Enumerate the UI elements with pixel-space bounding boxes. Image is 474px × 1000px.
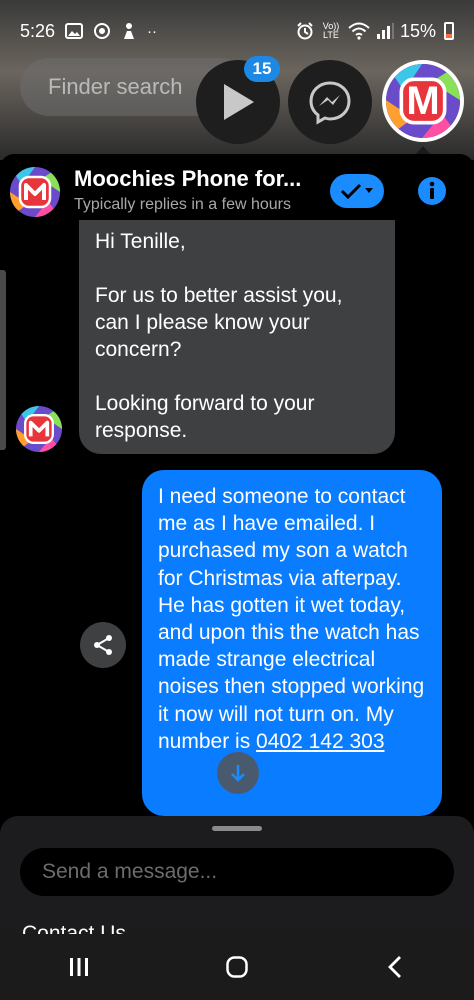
activity-icon: [121, 22, 137, 40]
incoming-message-bubble[interactable]: Hi Tenille, For us to better assist you,…: [79, 220, 395, 454]
battery-icon: [444, 22, 454, 40]
share-button[interactable]: [80, 622, 126, 668]
phone-number-link[interactable]: 0402 142 303: [256, 730, 384, 753]
sender-avatar[interactable]: [16, 406, 62, 452]
page-avatar[interactable]: [10, 167, 60, 217]
composer-sheet: Contact Us: [0, 816, 474, 946]
messenger-chat-head[interactable]: [288, 60, 372, 144]
moochies-avatar-icon: [16, 406, 62, 452]
info-icon: [418, 177, 446, 205]
share-icon: [94, 635, 112, 655]
edge-panel-handle[interactable]: [0, 270, 6, 450]
checkmark-icon: [340, 183, 362, 199]
sheet-drag-handle[interactable]: [212, 826, 262, 831]
moochies-avatar-icon: [10, 167, 60, 217]
recent-apps-icon: [70, 958, 88, 976]
back-button[interactable]: [365, 947, 425, 987]
message-input[interactable]: [20, 848, 454, 896]
incoming-message-line: For us to better assist you, can I pleas…: [95, 284, 343, 361]
incoming-message-line: Hi Tenille,: [95, 230, 186, 253]
wifi-icon: [348, 22, 370, 40]
info-button[interactable]: [417, 176, 447, 206]
gallery-icon: [65, 23, 84, 39]
scroll-to-bottom-button[interactable]: [217, 752, 259, 794]
status-bar: 5:26 ·· Vo)) LTE 15%: [0, 0, 474, 62]
home-icon: [226, 956, 248, 978]
status-time: 5:26: [20, 20, 56, 41]
response-time: Typically replies in a few hours: [74, 196, 291, 213]
signal-icon: [376, 23, 394, 39]
page-title: Moochies Phone for...: [74, 166, 302, 191]
mark-done-button[interactable]: [330, 174, 384, 208]
outgoing-message-text: I need someone to contact me as I have e…: [158, 485, 425, 753]
system-nav-bar: [0, 934, 474, 1000]
home-button[interactable]: [207, 947, 267, 987]
outgoing-message-bubble[interactable]: I need someone to contact me as I have e…: [142, 470, 442, 816]
incoming-message-line: Looking forward to your response.: [95, 392, 315, 442]
more-notifications-icon: ··: [147, 22, 158, 40]
volte-icon: Vo)) LTE: [322, 21, 340, 40]
chevron-down-icon: [365, 188, 373, 193]
messenger-icon: [309, 81, 351, 125]
recent-apps-button[interactable]: [49, 947, 109, 987]
video-count-badge: 15: [244, 56, 280, 82]
chat-title-block[interactable]: Moochies Phone for... Typically replies …: [74, 166, 301, 214]
back-chevron-icon: [388, 956, 401, 978]
battery-percent: 15%: [399, 20, 436, 41]
sync-icon: [93, 22, 111, 40]
chat-header: Moochies Phone for... Typically replies …: [0, 154, 474, 226]
moochies-logo-letter: M: [406, 78, 440, 123]
play-icon: [224, 84, 254, 120]
arrow-down-icon: [231, 765, 245, 782]
alarm-icon: [296, 22, 314, 40]
moochies-chat-head[interactable]: M: [382, 60, 464, 142]
finder-search-placeholder: Finder search: [48, 74, 183, 99]
